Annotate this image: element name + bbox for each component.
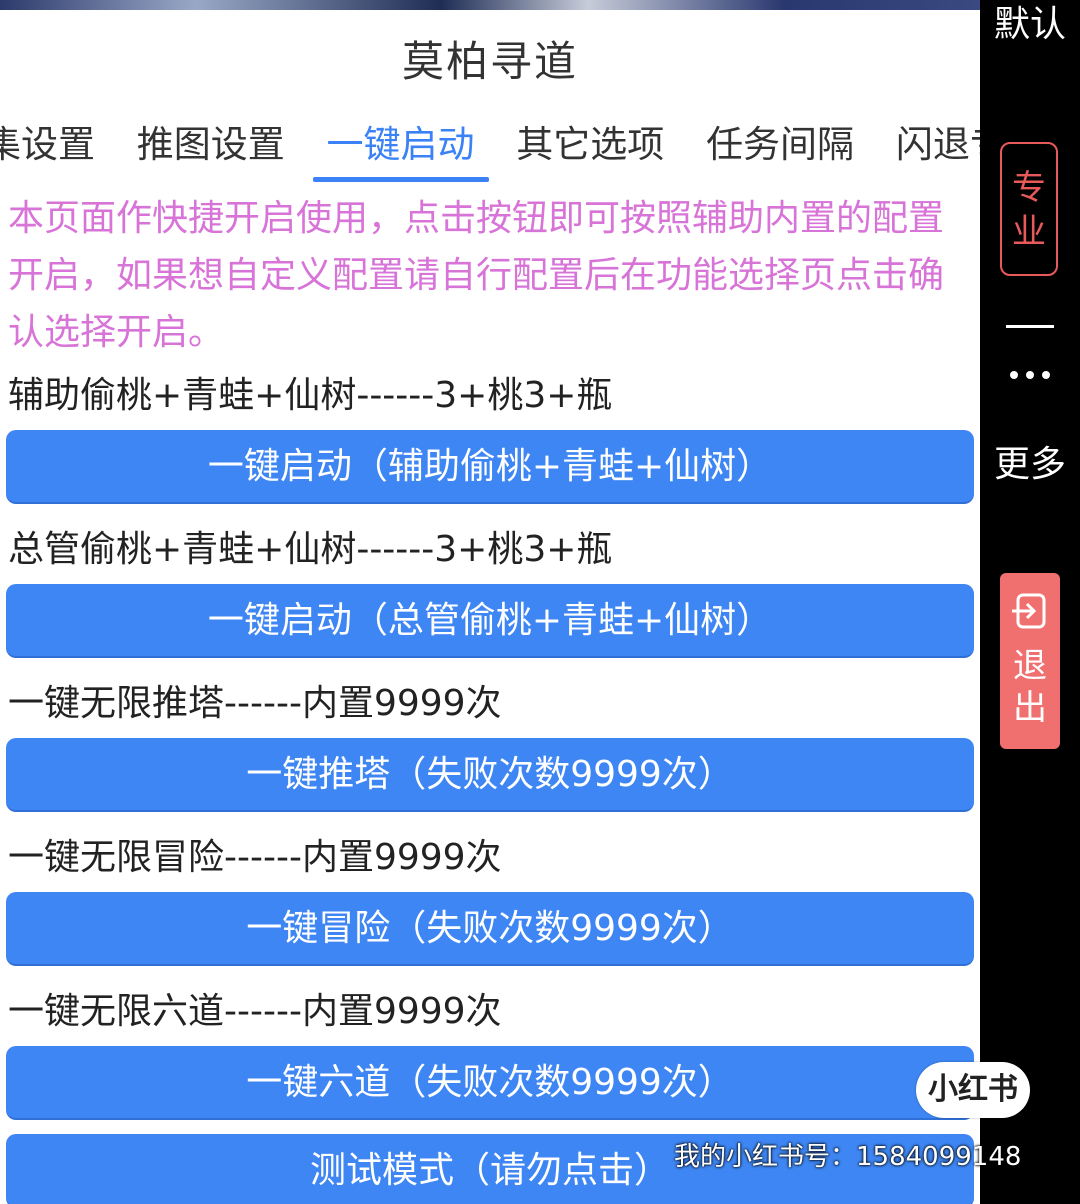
- notice-text: 本页面作快捷开启使用，点击按钮即可按照辅助内置的配置开启，如果想自定义配置请自行…: [8, 198, 945, 353]
- default-mode-button[interactable]: 默认: [980, 4, 1080, 46]
- tab-map-settings[interactable]: 推图设置: [133, 114, 289, 168]
- page-title: 莫柏寻道: [401, 37, 578, 86]
- minimize-icon[interactable]: [1006, 325, 1054, 328]
- start-tower-button[interactable]: 一键推塔（失败次数9999次）: [6, 738, 974, 812]
- xiaohongshu-logo: 小红书: [916, 1062, 1030, 1118]
- tab-bar: 集设置 推图设置 一键启动 其它选项 任务间隔 闪退专题: [0, 114, 980, 182]
- tab-other-options[interactable]: 其它选项: [512, 114, 668, 168]
- tab-crash-topics[interactable]: 闪退专题: [892, 114, 980, 168]
- exit-icon: [1012, 593, 1046, 629]
- start-manager-peach-button[interactable]: 一键启动（总管偷桃+青蛙+仙树）: [6, 584, 974, 658]
- row-label-manager-peach: 总管偷桃+青蛙+仙树------3+桃3+瓶: [8, 529, 613, 570]
- start-assist-peach-button[interactable]: 一键启动（辅助偷桃+青蛙+仙树）: [6, 430, 974, 504]
- more-dots-icon[interactable]: [1000, 360, 1060, 390]
- pro-mode-button[interactable]: 专业: [1000, 142, 1058, 276]
- row-label-tower: 一键无限推塔------内置9999次: [8, 683, 502, 724]
- background-image-strip: [0, 0, 980, 10]
- row-label-six-paths: 一键无限六道------内置9999次: [8, 991, 502, 1032]
- exit-label: 退出: [1013, 646, 1047, 728]
- watermark-text: 我的小红书号：1584099148: [674, 1142, 1022, 1172]
- start-adventure-button[interactable]: 一键冒险（失败次数9999次）: [6, 892, 974, 966]
- tab-one-click-start[interactable]: 一键启动: [312, 114, 489, 182]
- exit-button[interactable]: 退出: [1000, 573, 1060, 749]
- start-six-paths-button[interactable]: 一键六道（失败次数9999次）: [6, 1046, 974, 1120]
- row-label-assist-peach: 辅助偷桃+青蛙+仙树------3+桃3+瓶: [8, 375, 613, 416]
- tab-task-interval[interactable]: 任务间隔: [702, 114, 858, 168]
- main-panel: 莫柏寻道 集设置 推图设置 一键启动 其它选项 任务间隔 闪退专题 本页面作快捷…: [0, 10, 980, 1204]
- tab-collect-settings[interactable]: 集设置: [0, 114, 99, 168]
- more-button[interactable]: 更多: [980, 444, 1080, 486]
- row-label-adventure: 一键无限冒险------内置9999次: [8, 837, 502, 878]
